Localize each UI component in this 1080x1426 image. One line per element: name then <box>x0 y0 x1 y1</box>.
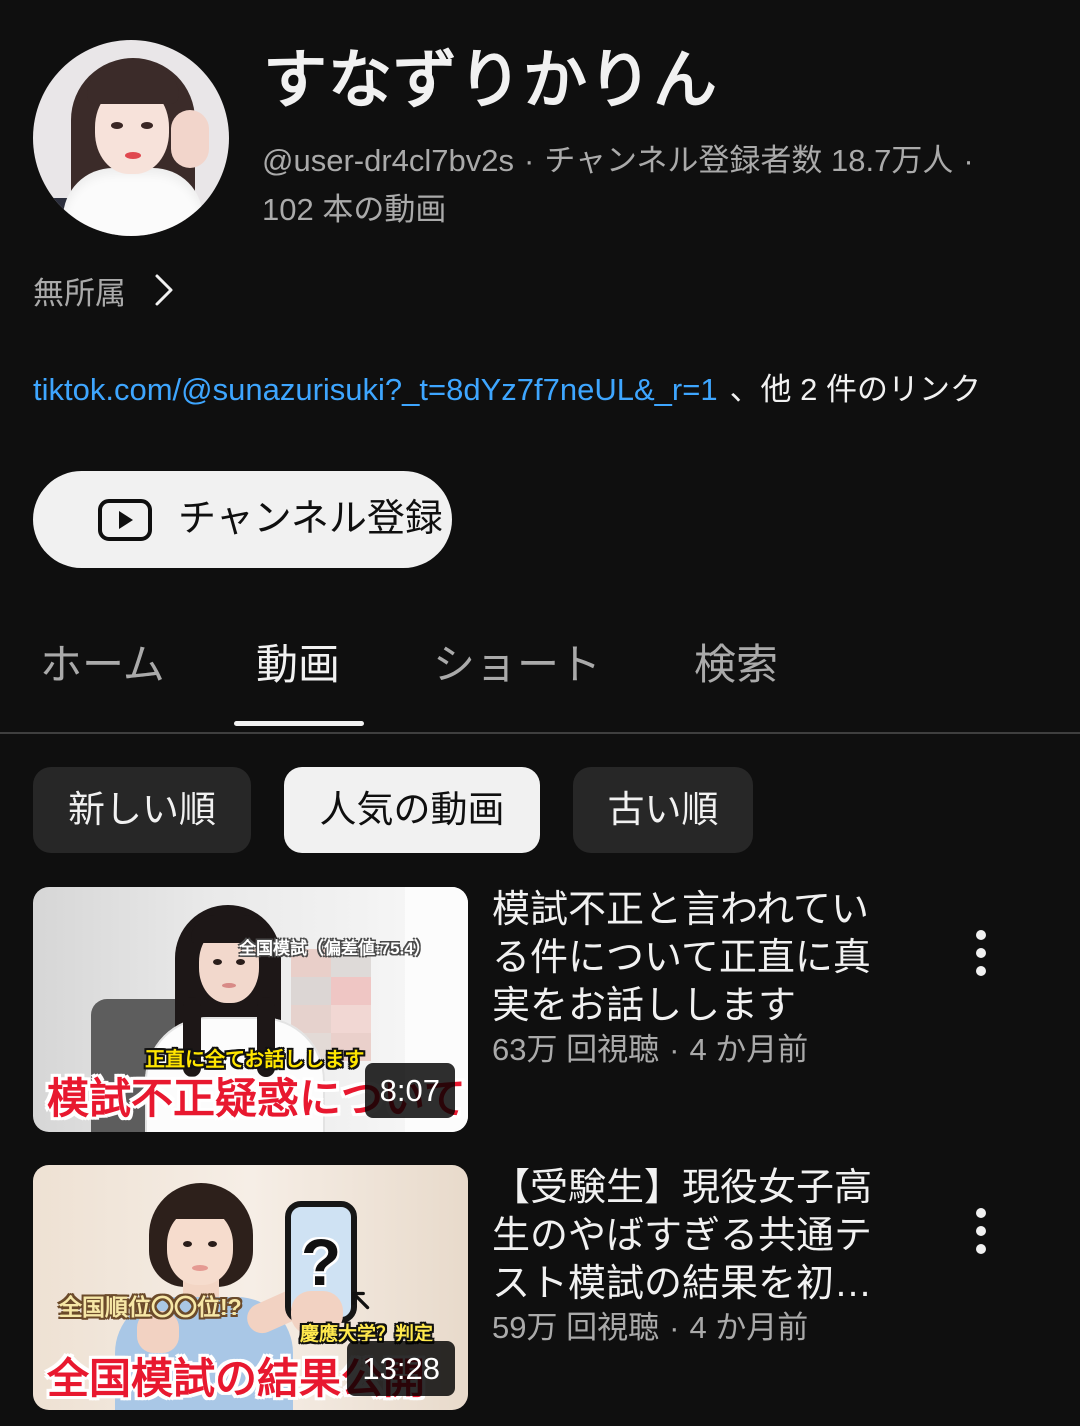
upload-age: 4 か月前 <box>689 1032 809 1067</box>
channel-avatar[interactable] <box>33 40 229 236</box>
video-thumbnail[interactable]: ? 全国順位〇〇位!? 慶應大学？判定 全国模試の結果公開 13:28 <box>33 1165 468 1410</box>
more-vert-icon <box>976 930 986 976</box>
avatar-eye <box>141 122 153 129</box>
meta-separator: · <box>963 143 974 178</box>
video-duration: 8:07 <box>364 1063 455 1118</box>
person-eye <box>236 959 245 965</box>
avatar-eye <box>111 122 123 129</box>
video-duration: 13:28 <box>347 1341 455 1396</box>
subscribe-button[interactable]: チャンネル登録 <box>33 471 452 568</box>
tabs-divider <box>0 732 1080 734</box>
channel-name: すなずりかりん <box>263 44 718 116</box>
tab-underline <box>234 721 364 726</box>
tab-shorts[interactable]: ショート <box>433 637 601 693</box>
chip-newest[interactable]: 新しい順 <box>33 767 251 853</box>
person-mouth <box>192 1265 208 1271</box>
thumbnail-caption-top: 全国模試（偏差値:75.4） <box>239 939 431 958</box>
tab-search[interactable]: 検索 <box>694 637 778 693</box>
person-bangs <box>159 1193 243 1219</box>
meta-separator: · <box>669 1310 680 1345</box>
meta-separator: · <box>669 1032 680 1067</box>
video-meta: 63万 回視聴 · 4 か月前 <box>492 1030 808 1070</box>
upload-age: 4 か月前 <box>689 1310 809 1345</box>
tab-videos[interactable]: 動画 <box>256 637 340 693</box>
tab-home[interactable]: ホーム <box>40 637 165 693</box>
affiliation-label: 無所属 <box>33 275 126 311</box>
channel-page: すなずりかりん @user-dr4cl7bv2s · チャンネル登録者数 18.7万… <box>0 0 1080 1426</box>
avatar-scarf <box>63 168 203 236</box>
video-menu-button[interactable] <box>961 1203 1001 1259</box>
person-eye <box>208 1241 217 1247</box>
avatar-bangs <box>87 66 179 104</box>
arrow-up-left-icon <box>351 1291 370 1310</box>
mosaic-tile <box>331 1005 371 1033</box>
subscribe-label: チャンネル登録 <box>178 498 443 540</box>
channel-meta: @user-dr4cl7bv2s · チャンネル登録者数 18.7万人 · <box>262 139 984 183</box>
sort-chips: 新しい順 人気の動画 古い順 <box>33 767 753 853</box>
affiliation-row[interactable]: 無所属 <box>33 268 176 312</box>
video-title[interactable]: 【受験生】現役女子高生のやばすぎる共通テスト模試の結果を初… <box>492 1164 880 1308</box>
video-menu-button[interactable] <box>961 925 1001 981</box>
video-thumbnail[interactable]: 全国模試（偏差値:75.4） 正直に全てお話しします 模試不正疑惑について 8:… <box>33 887 468 1132</box>
video-item[interactable]: ? 全国順位〇〇位!? 慶應大学？判定 全国模試の結果公開 13:28 【受験生… <box>0 1165 1080 1410</box>
channel-handle: @user-dr4cl7bv2s <box>262 143 515 178</box>
mosaic-tile <box>291 977 331 1005</box>
chevron-right-icon <box>155 274 173 306</box>
video-meta: 59万 回視聴 · 4 か月前 <box>492 1308 808 1348</box>
avatar-lips <box>125 152 141 159</box>
mosaic-tile <box>331 977 371 1005</box>
meta-separator: · <box>524 143 535 178</box>
avatar-hand <box>171 110 209 168</box>
channel-links: tiktok.com/@sunazurisuki?_t=8dYz7f7neUL&… <box>33 368 981 412</box>
person-face <box>167 1209 233 1285</box>
thumbnail-caption-mid: 正直に全てお話しします <box>145 1049 365 1071</box>
person-eye <box>183 1241 192 1247</box>
person-mouth <box>222 983 236 988</box>
video-title[interactable]: 模試不正と言われている件について正直に真実をお話しします <box>492 886 880 1030</box>
view-count: 63万 回視聴 <box>492 1032 660 1067</box>
chip-popular[interactable]: 人気の動画 <box>284 767 540 853</box>
view-count: 59万 回視聴 <box>492 1310 660 1345</box>
youtube-play-icon <box>98 499 152 541</box>
chip-oldest[interactable]: 古い順 <box>573 767 753 853</box>
more-vert-icon <box>976 1208 986 1254</box>
person-eye <box>213 959 222 965</box>
video-count: 102 本の動画 <box>262 192 447 227</box>
subscriber-count: チャンネル登録者数 18.7万人 <box>544 143 954 178</box>
tiktok-link[interactable]: tiktok.com/@sunazurisuki?_t=8dYz7f7neUL&… <box>33 372 718 407</box>
video-item[interactable]: 全国模試（偏差値:75.4） 正直に全てお話しします 模試不正疑惑について 8:… <box>0 887 1080 1132</box>
thumbnail-caption-top: 全国順位〇〇位!? <box>59 1294 242 1320</box>
more-links-button[interactable]: 、他 2 件のリンク <box>730 372 981 407</box>
